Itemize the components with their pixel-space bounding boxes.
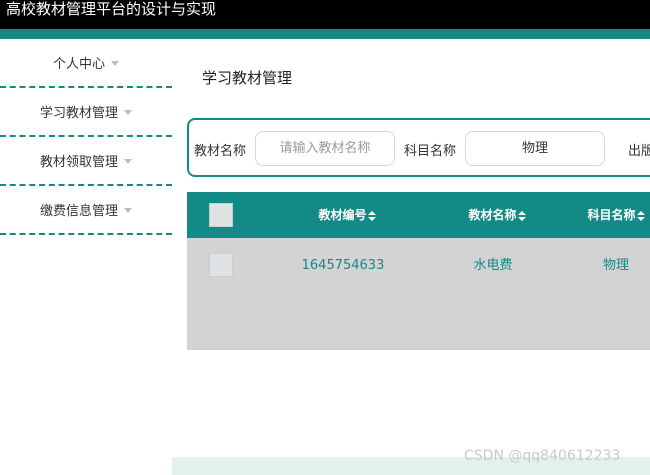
chevron-down-icon xyxy=(124,207,132,213)
sidebar-item-label: 学习教材管理 xyxy=(39,106,118,121)
textbook-name-label: 教材名称 xyxy=(194,144,247,159)
column-header-subject[interactable]: 科目名称 xyxy=(575,192,650,238)
table-row[interactable]: 1645754633 水电费 物理 xyxy=(187,238,650,350)
select-all-checkbox[interactable] xyxy=(209,203,233,227)
publisher-label: 出版 xyxy=(628,144,650,159)
column-header-label: 教材编号 xyxy=(318,208,367,222)
sidebar-item-personal-center[interactable]: 个人中心 xyxy=(0,39,172,88)
chevron-down-icon xyxy=(124,158,132,164)
header-accent-strip xyxy=(0,29,650,39)
sidebar-item-label: 缴费信息管理 xyxy=(39,204,118,219)
top-bar: 高校教材管理平台的设计与实现 xyxy=(0,0,650,29)
sidebar-item-textbook-management[interactable]: 学习教材管理 xyxy=(0,88,172,137)
column-header-name[interactable]: 教材名称 xyxy=(447,192,547,238)
subject-name-input[interactable]: 物理 xyxy=(465,131,605,166)
textbook-name-input[interactable]: 请输入教材名称 xyxy=(255,131,395,166)
sidebar-item-textbook-collection[interactable]: 教材领取管理 xyxy=(0,137,172,186)
chevron-down-icon xyxy=(111,60,119,66)
page-title: 学习教材管理 xyxy=(202,69,293,87)
sidebar-item-payment-info[interactable]: 缴费信息管理 xyxy=(0,186,172,235)
app-title: 高校教材管理平台的设计与实现 xyxy=(6,0,217,18)
watermark: CSDN @qq840612233 xyxy=(464,448,621,464)
sidebar-item-label: 教材领取管理 xyxy=(39,155,118,170)
cell-code: 1645754633 xyxy=(301,258,385,273)
search-panel: 教材名称 请输入教材名称 科目名称 物理 出版 xyxy=(187,118,650,177)
table-header: 教材编号 教材名称 科目名称 xyxy=(187,192,650,238)
subject-name-label: 科目名称 xyxy=(404,144,457,159)
sort-icon xyxy=(367,210,376,221)
chevron-down-icon xyxy=(124,109,132,115)
column-header-label: 教材名称 xyxy=(468,208,517,222)
sort-icon xyxy=(517,210,526,221)
cell-name: 水电费 xyxy=(473,258,513,273)
column-header-code[interactable]: 教材编号 xyxy=(297,192,397,238)
sidebar-item-label: 个人中心 xyxy=(52,57,105,72)
row-checkbox[interactable] xyxy=(209,253,233,277)
sort-icon xyxy=(636,210,645,221)
cell-subject: 物理 xyxy=(602,258,629,273)
textbook-table: 教材编号 教材名称 科目名称 1645754633 水电费 物理 xyxy=(187,192,650,350)
sidebar: 个人中心 学习教材管理 教材领取管理 缴费信息管理 xyxy=(0,39,172,235)
column-header-label: 科目名称 xyxy=(587,208,636,222)
